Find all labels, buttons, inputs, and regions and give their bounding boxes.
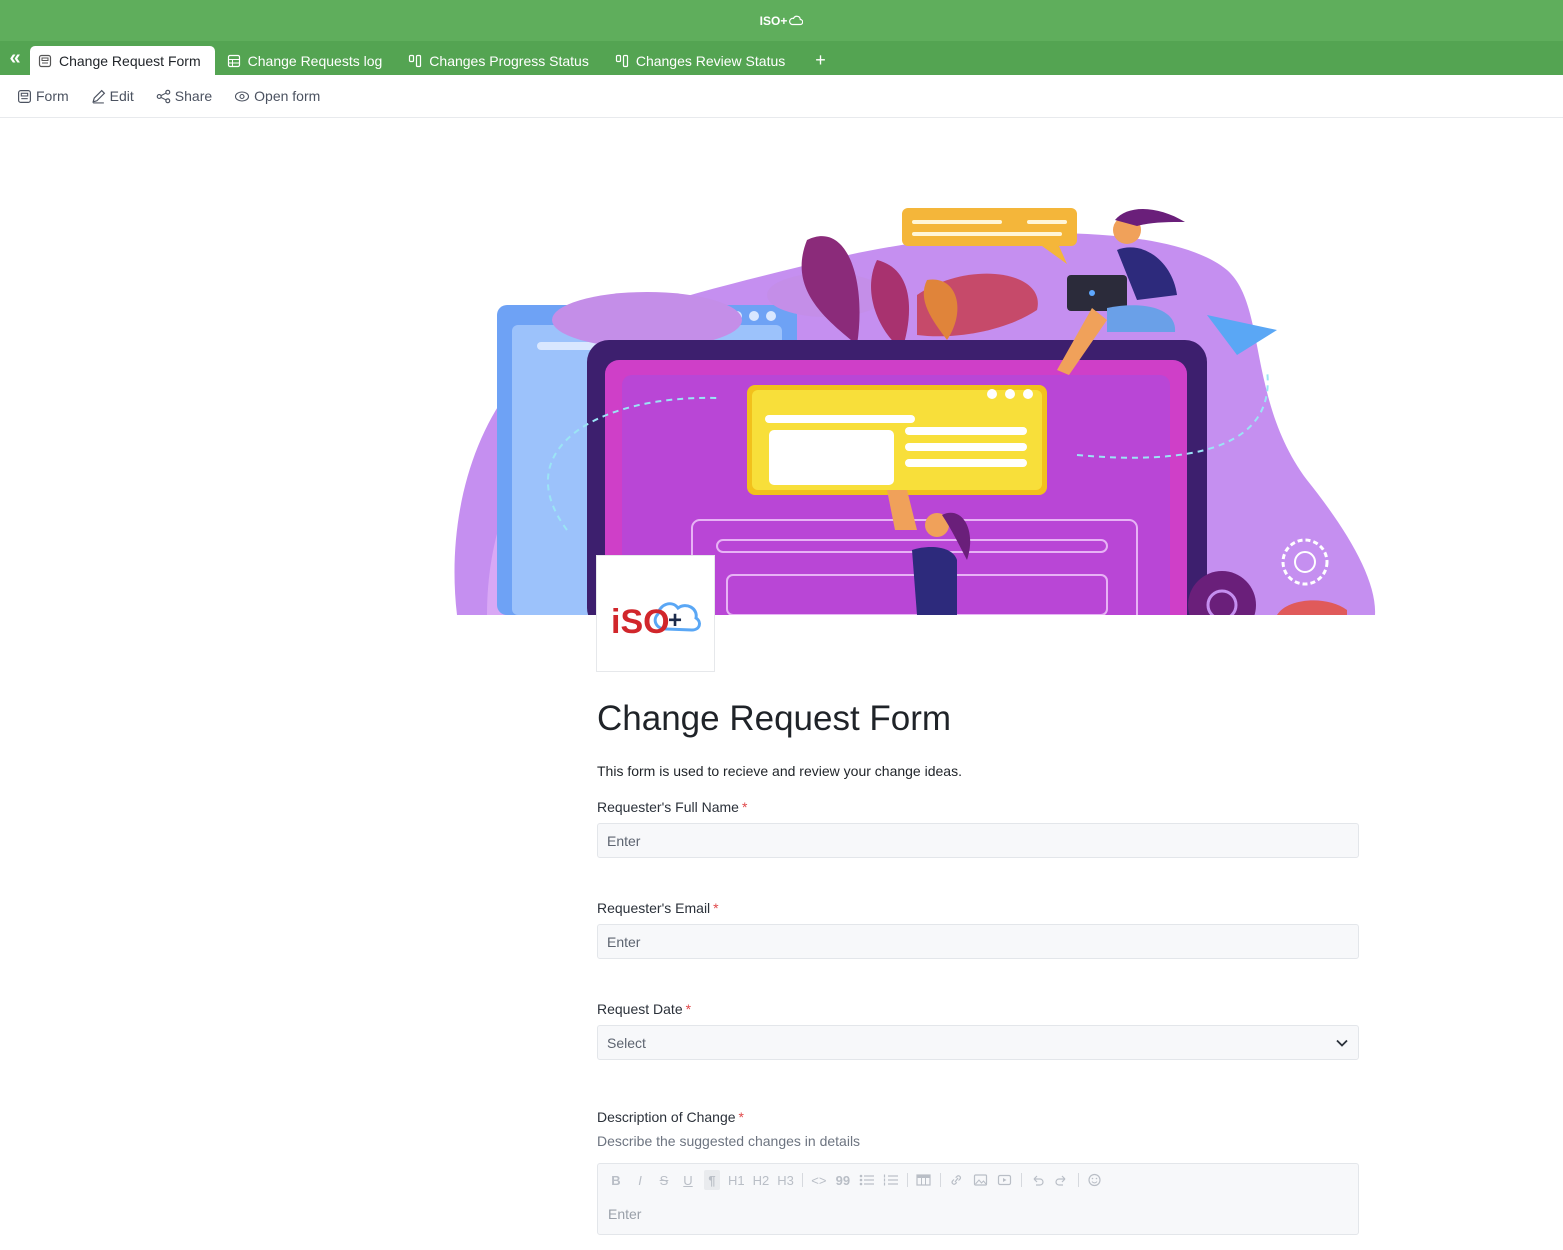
toolbar-divider (1020, 1173, 1022, 1187)
form-icon (38, 54, 52, 68)
email-label: Requester's Email (597, 900, 711, 916)
tab-label: Change Request Form (59, 52, 201, 69)
required-mark: * (713, 900, 719, 916)
edit-label: Edit (109, 88, 134, 104)
request-date-label: Request Date (597, 1001, 683, 1017)
required-mark: * (741, 799, 748, 815)
eye-icon (235, 90, 250, 102)
change-request-form: Change Request Form This form is used to… (597, 695, 1359, 1235)
cover-illustration-art (454, 208, 1376, 615)
grid-icon (227, 54, 241, 68)
required-mark: * (738, 1109, 744, 1125)
numbered-list-icon[interactable] (883, 1170, 899, 1190)
toolbar-divider (1077, 1173, 1079, 1187)
tab-label: Changes Progress Status (429, 52, 589, 69)
underline-button[interactable]: U (680, 1170, 696, 1190)
tab-change-request-form[interactable]: Change Request Form (30, 46, 215, 75)
field-email: Requester's Email * Enter (597, 900, 1359, 959)
italic-button[interactable]: I (632, 1170, 648, 1190)
iso-plus-logo: iSO + (611, 601, 701, 641)
cloud-icon (789, 15, 804, 26)
form-title: Change Request Form (597, 699, 952, 738)
video-icon[interactable] (997, 1170, 1013, 1190)
bold-button[interactable]: B (608, 1170, 624, 1190)
brand-text: ISO+ (759, 13, 788, 28)
tab-changes-review-status[interactable]: Changes Review Status (607, 46, 799, 75)
field-request-date: Request Date * Select (597, 1001, 1359, 1060)
heading1-button[interactable]: H1 (728, 1170, 745, 1190)
form-cover-illustration (447, 200, 1377, 615)
svg-text:+: + (668, 607, 682, 634)
toolbar-divider (801, 1173, 803, 1187)
heading3-button[interactable]: H3 (777, 1170, 794, 1190)
request-date-placeholder: Select (607, 1034, 646, 1051)
undo-icon[interactable] (1030, 1170, 1046, 1190)
link-icon[interactable] (949, 1170, 965, 1190)
editor-toolbar: B I S U ¶ H1 H2 H3 <> 99 (608, 1170, 1103, 1190)
request-date-select[interactable]: Select (597, 1025, 1359, 1060)
quote-button[interactable]: 99 (835, 1170, 851, 1190)
tab-change-requests-log[interactable]: Change Requests log (219, 46, 397, 75)
image-icon[interactable] (973, 1170, 989, 1190)
tab-label: Change Requests log (247, 52, 383, 69)
required-mark: * (685, 1001, 692, 1017)
form-button[interactable]: Form (17, 88, 69, 104)
top-bar: ISO+ (0, 0, 1563, 41)
field-full-name: Requester's Full Name * Enter (597, 799, 1359, 858)
emoji-icon[interactable] (1087, 1170, 1103, 1190)
table-icon[interactable] (916, 1170, 932, 1190)
add-tab-button[interactable]: + (803, 46, 838, 75)
full-name-label: Requester's Full Name (597, 799, 739, 815)
full-name-label-row: Requester's Full Name * (597, 799, 1359, 815)
strikethrough-button[interactable]: S (656, 1170, 672, 1190)
heading2-button[interactable]: H2 (753, 1170, 770, 1190)
description-hint: Describe the suggested changes in detail… (597, 1133, 861, 1149)
tab-label: Changes Review Status (635, 52, 786, 69)
tab-bar: « Change Request Form Change Requests lo… (0, 41, 1563, 75)
kanban-icon (408, 54, 422, 68)
description-label-row: Description of Change * (597, 1109, 1359, 1125)
share-button[interactable]: Share (156, 88, 212, 104)
email-placeholder: Enter (607, 933, 641, 950)
form-icon (18, 89, 31, 103)
pencil-icon (91, 89, 105, 103)
share-label: Share (174, 88, 213, 104)
full-name-input[interactable]: Enter (597, 823, 1359, 858)
toolbar-divider (906, 1173, 908, 1187)
code-button[interactable]: <> (811, 1170, 827, 1190)
open-form-button[interactable]: Open form (234, 88, 320, 104)
open-form-label: Open form (254, 88, 321, 104)
bullet-list-icon[interactable] (859, 1170, 875, 1190)
tab-changes-progress-status[interactable]: Changes Progress Status (400, 46, 603, 75)
full-name-placeholder: Enter (607, 832, 641, 849)
paragraph-button[interactable]: ¶ (704, 1170, 720, 1190)
description-placeholder: Enter (608, 1206, 642, 1222)
redo-icon[interactable] (1054, 1170, 1070, 1190)
email-input[interactable]: Enter (597, 924, 1359, 959)
share-icon (156, 89, 171, 103)
request-date-label-row: Request Date * (597, 1001, 1359, 1017)
chevron-down-icon (1336, 1039, 1348, 1047)
description-label: Description of Change (597, 1109, 736, 1125)
form-description: This form is used to recieve and review … (597, 763, 962, 779)
description-editor[interactable]: B I S U ¶ H1 H2 H3 <> 99 Enter (597, 1163, 1359, 1235)
field-description-of-change: Description of Change * Describe the sugg… (597, 1109, 1359, 1235)
edit-button[interactable]: Edit (91, 88, 134, 104)
kanban-icon (615, 54, 629, 68)
svg-text:iSO: iSO (611, 603, 670, 641)
form-logo: iSO + (596, 555, 715, 672)
collapse-sidebar-icon[interactable]: « (0, 41, 30, 75)
view-toolbar: Form Edit Share Open form (0, 75, 1563, 118)
email-label-row: Requester's Email * (597, 900, 1359, 916)
brand-logo: ISO+ (760, 14, 804, 28)
toolbar-divider (939, 1173, 941, 1187)
form-label: Form (36, 88, 69, 104)
